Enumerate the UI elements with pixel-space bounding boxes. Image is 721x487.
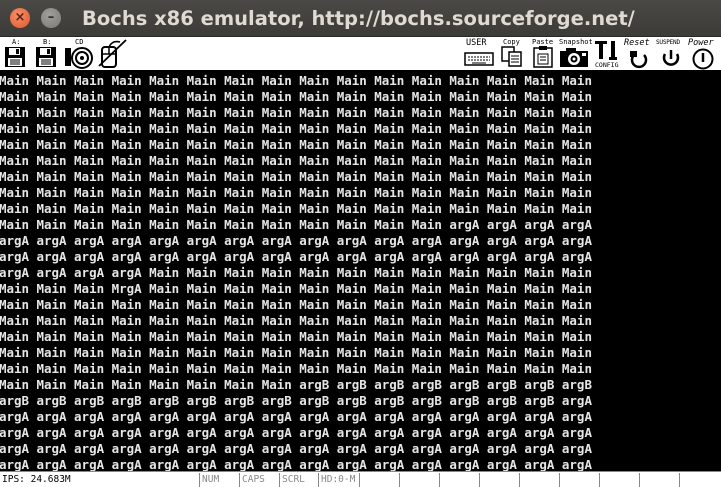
status-separator [239,473,240,487]
mouse-icon [98,39,127,68]
status-separator [318,473,319,487]
paste-label: Paste [532,38,554,46]
emulator-screen[interactable]: Main Main Main Main Main Main Main Main … [0,71,721,471]
user-button[interactable]: USER [464,38,496,69]
keyboard-icon [464,52,494,66]
suspend-label: SUSPEND [656,39,680,46]
reset-label: Reset [624,38,650,48]
bochs-window: × – Bochs x86 emulator, http://bochs.sou… [0,0,721,487]
toolbar: A: B: CD USER Copy Paste Snapshot CONFIG… [0,37,721,71]
window-title: Bochs x86 emulator, http://bochs.sourcef… [82,7,635,30]
minimize-button[interactable]: – [41,8,61,28]
user-label: USER [466,38,487,48]
paste-icon [533,46,553,68]
status-separator [279,473,280,487]
power-button[interactable]: Power [688,38,720,70]
reset-icon [630,51,648,69]
mouse-capture-button[interactable] [96,38,128,69]
floppy-b-button[interactable]: B: [34,38,60,69]
status-separator [679,473,680,487]
close-icon: × [14,10,26,25]
cdrom-button[interactable]: CD [64,38,94,69]
config-icon [595,41,617,60]
close-button[interactable]: × [10,8,30,28]
snapshot-button[interactable]: Snapshot [558,38,594,69]
status-separator [639,473,640,487]
paste-button[interactable]: Paste [530,38,558,69]
screen-text: Main Main Main Main Main Main Main Main … [0,73,592,471]
minimize-icon: – [47,10,55,25]
suspend-button[interactable]: SUSPEND [655,38,687,69]
caps-lock-indicator: CAPS [242,474,265,485]
power-label: Power [688,38,714,48]
status-separator [199,473,200,487]
scroll-lock-indicator: SCRL [282,474,305,485]
status-separator [359,473,360,487]
config-label: CONFIG [595,61,619,69]
power-icon [692,48,714,70]
floppy-icon [5,47,25,67]
copy-label: Copy [503,38,520,46]
status-separator [479,473,480,487]
status-separator [519,473,520,487]
floppy-a-label: A: [12,38,21,46]
status-separator [599,473,600,487]
num-lock-indicator: NUM [202,474,220,485]
status-bar: IPS: 24.683M NUM CAPS SCRL HD:0-M [0,471,721,487]
config-button[interactable]: CONFIG [594,38,622,69]
camera-icon [560,48,588,67]
snapshot-label: Snapshot [559,38,593,46]
reset-button[interactable]: Reset [624,38,654,69]
floppy-b-label: B: [43,38,52,46]
status-separator [399,473,400,487]
copy-button[interactable]: Copy [500,38,526,69]
title-bar[interactable]: × – Bochs x86 emulator, http://bochs.sou… [0,0,721,37]
hd-activity-indicator: HD:0-M [321,474,356,485]
suspend-icon [662,50,680,66]
floppy-icon [36,47,56,67]
ips-indicator: IPS: 24.683M [2,474,71,485]
copy-icon [501,46,522,67]
cdrom-icon [65,47,93,69]
status-separator [439,473,440,487]
floppy-a-button[interactable]: A: [3,38,29,69]
status-separator [559,473,560,487]
